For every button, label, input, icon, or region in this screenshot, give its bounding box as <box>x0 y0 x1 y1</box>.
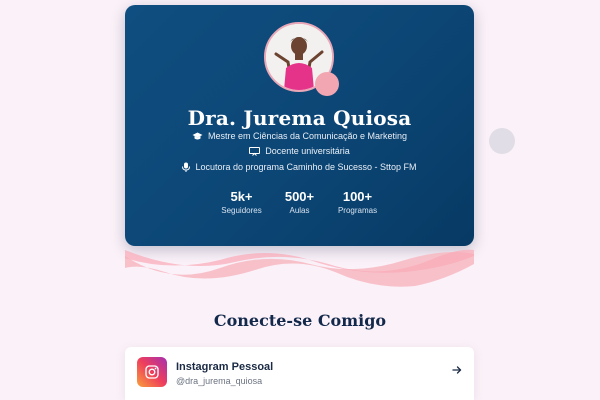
instagram-link-card[interactable]: Instagram Pessoal @dra_jurema_quiosa <box>125 347 474 400</box>
decorative-wave <box>125 249 474 287</box>
arrow-right-icon[interactable] <box>452 365 462 375</box>
info-line-education: Mestre em Ciências da Comunicação e Mark… <box>125 131 474 141</box>
stats-row: 5k+ Seguidores 500+ Aulas 100+ Programas <box>125 189 474 215</box>
stat-label: Aulas <box>289 206 310 215</box>
decorative-circle <box>489 128 515 154</box>
section-heading: Conecte-se Comigo <box>213 311 387 330</box>
stat-programs: 100+ Programas <box>336 189 380 215</box>
graduation-cap-icon <box>192 132 203 139</box>
link-title: Instagram Pessoal <box>176 361 274 373</box>
instagram-icon <box>137 357 167 387</box>
stat-label: Seguidores <box>221 206 262 215</box>
profile-name: Dra. Jurema Quiosa <box>187 106 412 130</box>
stat-value: 5k+ <box>230 189 253 204</box>
info-text: Docente universitária <box>265 146 350 156</box>
microphone-icon <box>182 162 191 172</box>
stat-classes: 500+ Aulas <box>278 189 322 215</box>
info-text: Locutora do programa Caminho de Sucesso … <box>195 162 417 172</box>
info-line-teaching: Docente universitária <box>125 146 474 156</box>
stat-value: 500+ <box>284 189 315 204</box>
stat-value: 100+ <box>342 189 373 204</box>
info-text: Mestre em Ciências da Comunicação e Mark… <box>207 131 408 141</box>
stat-followers: 5k+ Seguidores <box>220 189 264 215</box>
avatar-container <box>264 22 339 96</box>
stat-label: Programas <box>337 206 378 215</box>
info-line-radio: Locutora do programa Caminho de Sucesso … <box>125 162 474 172</box>
avatar-accent-dot <box>315 72 339 96</box>
link-handle: @dra_jurema_quiosa <box>176 376 263 386</box>
profile-card: Dra. Jurema Quiosa Mestre em Ciências da… <box>125 5 474 246</box>
presentation-icon <box>249 146 261 156</box>
